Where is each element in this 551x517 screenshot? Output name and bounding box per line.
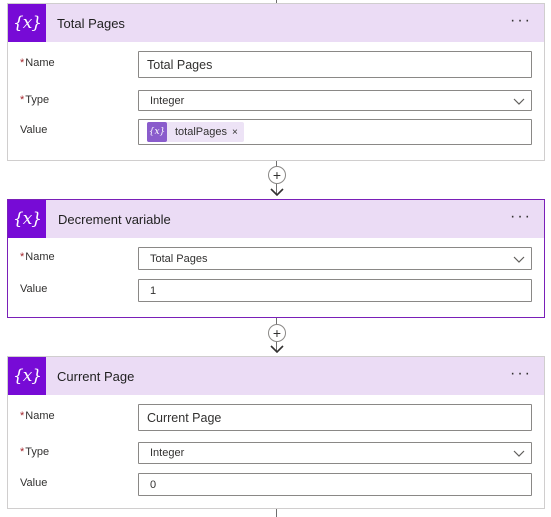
- decrement-variable-card: {x} Decrement variable ··· *Name Total P…: [7, 199, 545, 318]
- initialize-variable-card-total-pages: {x} Total Pages ··· *Name Total Pages *T…: [7, 3, 545, 161]
- name-label: *Name: [20, 410, 55, 422]
- type-dropdown[interactable]: Integer: [138, 442, 532, 464]
- remove-token-icon[interactable]: ×: [232, 127, 238, 138]
- insert-step-button[interactable]: +: [268, 324, 286, 342]
- arrow-down-icon: [270, 188, 284, 196]
- more-options-icon[interactable]: ···: [510, 366, 532, 382]
- token-label: totalPages: [175, 126, 227, 138]
- value-label: Value: [20, 283, 48, 295]
- more-options-icon[interactable]: ···: [510, 13, 532, 29]
- name-dropdown[interactable]: Total Pages: [138, 247, 532, 270]
- card-title: Decrement variable: [58, 211, 171, 227]
- card-title: Total Pages: [57, 15, 125, 31]
- name-label: *Name: [20, 57, 55, 69]
- insert-step-button[interactable]: +: [268, 166, 286, 184]
- card-header[interactable]: {x} Current Page ···: [8, 357, 544, 395]
- variable-icon: {x}: [8, 357, 46, 395]
- name-selected-value: Total Pages: [150, 252, 208, 265]
- value-input[interactable]: {x} totalPages ×: [138, 119, 532, 145]
- arrow-down-icon: [270, 345, 284, 353]
- initialize-variable-card-current-page: {x} Current Page ··· *Name Current Page …: [7, 356, 545, 509]
- type-label: *Type: [20, 94, 50, 106]
- chevron-down-icon: [513, 256, 525, 263]
- variable-token-icon: {x}: [147, 122, 167, 142]
- chevron-down-icon: [513, 450, 525, 457]
- card-title: Current Page: [57, 368, 135, 384]
- flow-connector-bottom: [276, 509, 277, 517]
- type-label: *Type: [20, 446, 50, 458]
- card-header[interactable]: {x} Total Pages ···: [8, 4, 544, 42]
- name-label: *Name: [20, 251, 55, 263]
- value-label: Value: [20, 124, 48, 136]
- more-options-icon[interactable]: ···: [510, 209, 532, 225]
- card-header[interactable]: {x} Decrement variable ···: [8, 200, 544, 238]
- name-input[interactable]: Total Pages: [138, 51, 532, 78]
- value-input[interactable]: 0: [138, 473, 532, 496]
- type-selected-value: Integer: [150, 447, 185, 459]
- dynamic-content-token[interactable]: {x} totalPages ×: [147, 122, 244, 142]
- variable-icon: {x}: [8, 200, 46, 238]
- type-dropdown[interactable]: Integer: [138, 90, 532, 111]
- variable-icon: {x}: [8, 4, 46, 42]
- value-label: Value: [20, 477, 48, 489]
- value-input[interactable]: 1: [138, 279, 532, 302]
- type-selected-value: Integer: [150, 94, 185, 107]
- chevron-down-icon: [513, 98, 525, 105]
- name-input[interactable]: Current Page: [138, 404, 532, 431]
